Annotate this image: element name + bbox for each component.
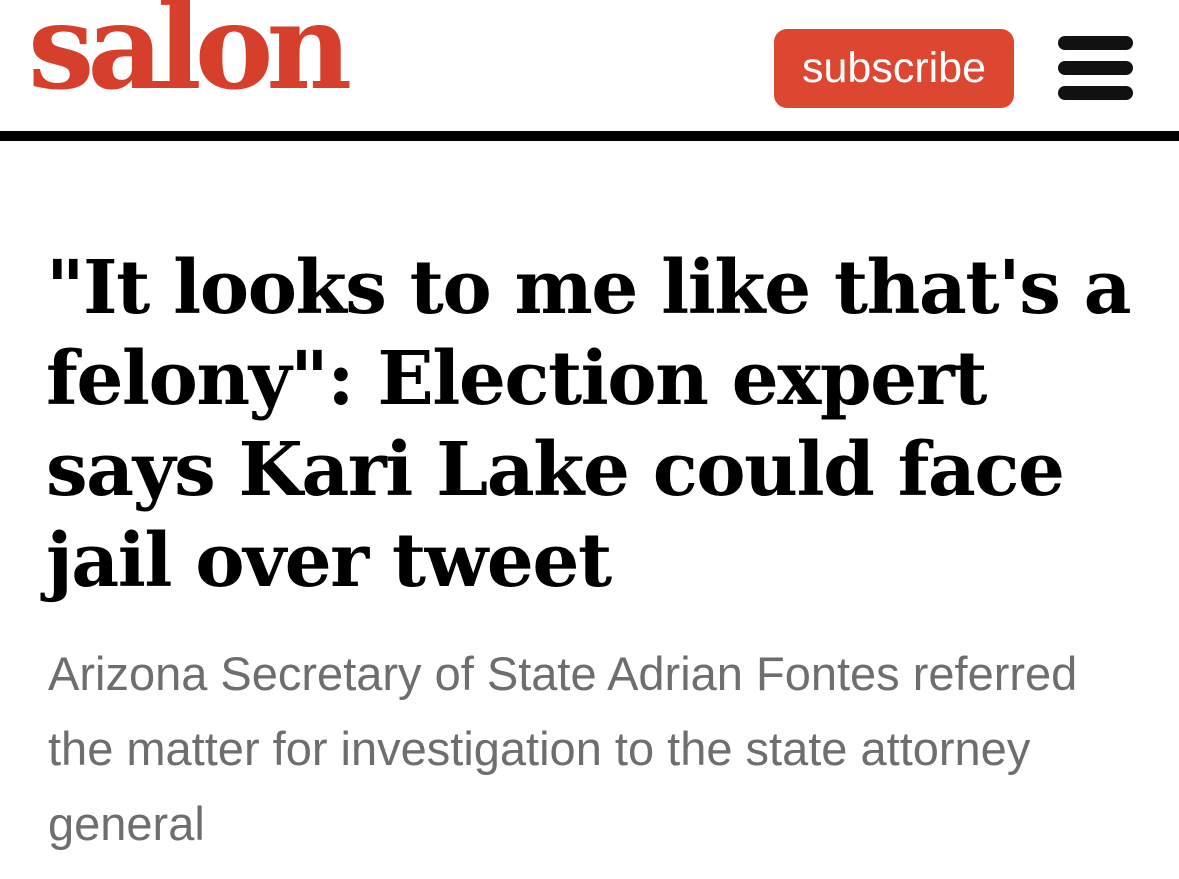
menu-bar-top (1058, 36, 1133, 50)
page: salon subscribe "It looks to me like tha… (0, 0, 1179, 879)
menu-bar-middle (1058, 61, 1133, 75)
salon-logo[interactable]: salon (28, 0, 352, 106)
hamburger-menu-icon[interactable] (1056, 36, 1136, 100)
menu-bar-bottom (1058, 86, 1133, 100)
header-divider (0, 131, 1179, 141)
article-headline: "It looks to me like that's a felony": E… (46, 245, 1132, 604)
article-subheadline: Arizona Secretary of State Adrian Fontes… (48, 647, 1078, 850)
subscribe-button[interactable]: subscribe (774, 29, 1014, 108)
site-header: salon subscribe (0, 0, 1179, 141)
